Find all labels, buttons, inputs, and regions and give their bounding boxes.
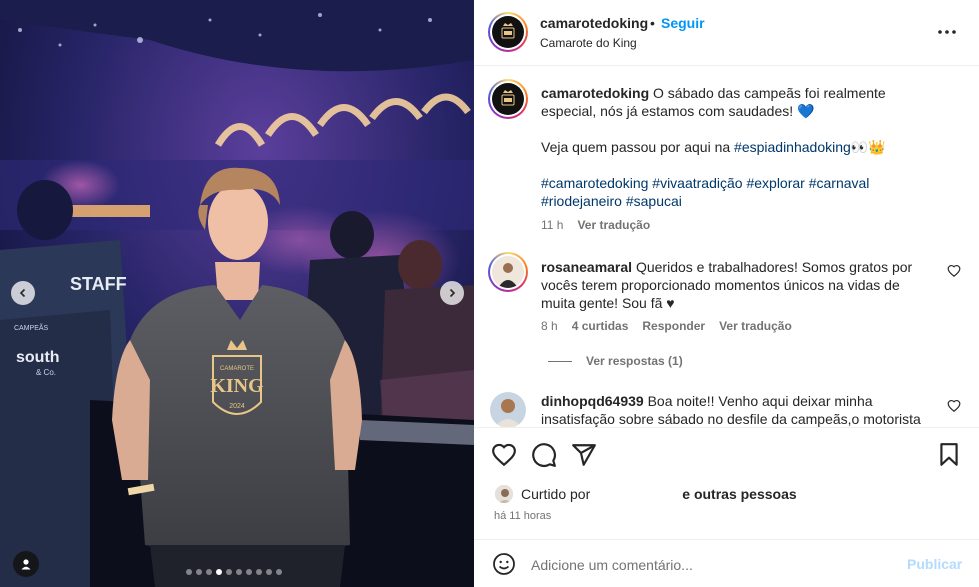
caption-line-2-prefix: Veja quem passou por aqui na [541,139,735,155]
tagged-users-button[interactable] [13,551,39,577]
south-text: south [16,349,60,366]
hashtag-espiadinhadoking[interactable]: #espiadinhadoking [734,139,851,155]
comment-bubble-icon[interactable] [531,442,557,468]
post-time[interactable]: há 11 horas [494,510,551,522]
king-logo-icon [501,23,515,39]
comment-translate-link[interactable]: Ver tradução [719,319,792,333]
comment-likes[interactable]: 4 curtidas [572,319,629,333]
caption-hashtags[interactable]: #camarotedoking #vivaatradição #explorar… [541,174,936,210]
heart-icon[interactable] [947,264,961,278]
caption-time[interactable]: 11 h [541,218,563,232]
campeas-text: CAMPEÃS [14,323,49,332]
comments-list[interactable]: camarotedoking O sábado das campeãs foi … [474,67,979,427]
caption-avatar[interactable] [488,79,528,119]
staff-text: STAFF [70,274,127,294]
liker-photo-icon [495,485,513,503]
save-bookmark-icon[interactable] [936,442,962,468]
like-button-heart-icon[interactable] [491,442,517,468]
south-sub-text: & Co. [36,368,56,377]
carousel-dot [226,569,232,575]
caption-text: camarotedoking O sábado das campeãs foi … [541,84,936,120]
carousel-dot [276,569,282,575]
author-avatar[interactable] [488,12,528,52]
shirt-top-text: CAMAROTE [220,366,254,372]
commenter-avatar[interactable] [490,392,526,427]
commenter-avatar[interactable] [488,252,528,292]
caption-meta: 11 h Ver tradução [541,218,650,232]
share-send-icon[interactable] [571,442,597,468]
previous-button[interactable] [11,281,35,305]
likes-summary[interactable]: Curtido por e outras pessoas [494,484,797,504]
comment-input[interactable] [531,552,891,578]
publish-button[interactable]: Publicar [907,556,962,572]
post-panel: camarotedoking • Seguir Camarote do King… [474,0,979,587]
liked-by-others[interactable]: e outras pessoas [682,486,796,502]
caption-username[interactable]: camarotedoking [541,85,649,101]
carousel-dot [196,569,202,575]
shirt-year-text: 2024 [229,403,245,410]
replies-line [548,360,572,362]
separator-dot: • [650,15,655,31]
caption-translate-link[interactable]: Ver tradução [577,218,650,232]
chevron-right-icon [449,288,456,298]
king-logo-icon [501,90,515,106]
post-photo: STAFF CAMPEÃS south & Co. CAMAROTE KING … [0,0,474,587]
next-button[interactable] [440,281,464,305]
carousel-dot [206,569,212,575]
follow-button[interactable]: Seguir [661,15,705,31]
post-media[interactable]: STAFF CAMPEÃS south & Co. CAMAROTE KING … [0,0,474,587]
heart-icon[interactable] [947,399,961,413]
shirt-main-text: KING [210,375,264,397]
commenter-photo-icon [490,392,526,427]
chevron-left-icon [19,288,26,298]
more-options-button[interactable] [936,22,958,42]
view-replies-button[interactable]: Ver respostas (1) [548,354,683,368]
action-bar [474,427,979,477]
caption-line-2: Veja quem passou por aqui na #espiadinha… [541,138,936,156]
comment-username[interactable]: dinhopqd64939 [541,393,644,409]
carousel-dot [186,569,192,575]
user-icon [21,559,31,570]
caption-line-2-emoji: 👀👑 [850,139,886,155]
commenter-photo-icon [492,256,524,288]
carousel-indicator [186,569,282,575]
comment-meta: 8 h 4 curtidas Responder Ver tradução [541,319,792,333]
carousel-dot [236,569,242,575]
carousel-dot [216,569,222,575]
comment-text: dinhopqd64939 Boa noite!! Venho aqui dei… [541,392,936,427]
carousel-dot [256,569,262,575]
location-label[interactable]: Camarote do King [540,36,637,50]
reply-button[interactable]: Responder [642,319,705,333]
liker-avatar [494,484,514,504]
view-replies-label: Ver respostas (1) [586,354,683,368]
carousel-dot [266,569,272,575]
comment-username[interactable]: rosaneamaral [541,259,632,275]
add-comment-bar: Publicar [474,539,979,587]
post-header: camarotedoking • Seguir Camarote do King [474,0,979,66]
author-username[interactable]: camarotedoking [540,15,648,31]
comment-time[interactable]: 8 h [541,319,558,333]
emoji-icon[interactable] [492,552,516,576]
carousel-dot [246,569,252,575]
comment-text: rosaneamaral Queridos e trabalhadores! S… [541,258,936,312]
more-options-icon [938,30,956,34]
liked-by-prefix: Curtido por [521,486,591,502]
